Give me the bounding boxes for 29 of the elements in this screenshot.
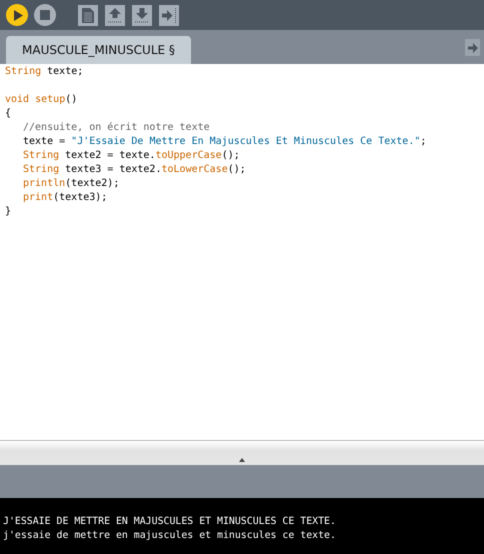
download-icon <box>135 8 149 22</box>
stop-button[interactable] <box>34 4 56 26</box>
code-line: String texte3 = texte2.toLowerCase(); <box>23 163 246 177</box>
code-line: String texte2 = texte.toUpperCase(); <box>23 149 240 163</box>
tab-menu-button[interactable] <box>465 39 480 56</box>
code-line: void setup() <box>5 93 78 107</box>
code-line: //ensuite, on écrit notre texte <box>23 121 210 135</box>
code-line: println(texte2); <box>23 177 120 191</box>
document-icon <box>82 8 94 22</box>
stop-icon <box>40 10 50 20</box>
console-output-line: j'essaie de mettre en majuscules et minuscules ce texte. <box>3 529 337 543</box>
code-line: String texte; <box>5 65 84 79</box>
console-output-line: J'ESSAIE DE METTRE EN MAJUSCULES ET MINUSCULES CE TEXTE. <box>3 515 337 529</box>
open-button[interactable] <box>105 4 125 26</box>
code-line: print(texte3); <box>23 191 108 205</box>
splitter-bar[interactable] <box>0 440 484 465</box>
sketch-tab[interactable]: MAUSCULE_MINUSCULE § <box>6 36 191 64</box>
export-icon <box>162 8 176 22</box>
code-line: { <box>5 107 12 121</box>
arrow-icon <box>468 42 478 52</box>
play-icon <box>13 10 23 20</box>
new-button[interactable] <box>78 4 98 26</box>
code-line: texte = "J'Essaie De Mettre En Majuscules Et Minuscules Ce Texte."; <box>23 135 426 149</box>
upload-icon <box>108 8 122 22</box>
save-button[interactable] <box>132 4 152 26</box>
code-line: } <box>5 205 12 219</box>
export-button[interactable] <box>159 4 179 26</box>
run-button[interactable] <box>6 4 28 26</box>
collapse-icon <box>239 458 245 462</box>
